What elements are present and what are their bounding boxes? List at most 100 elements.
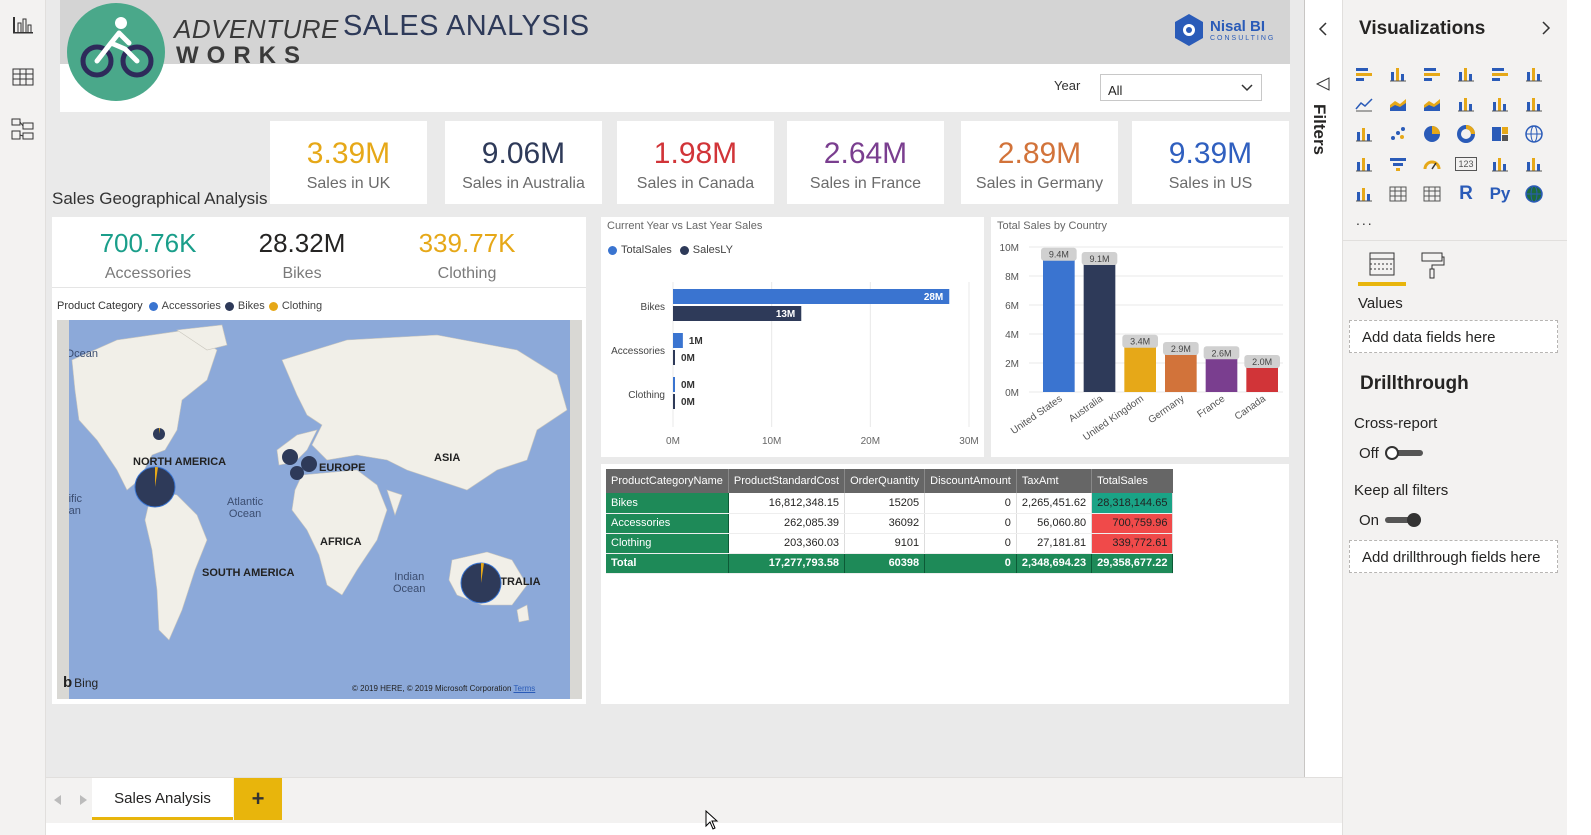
year-dropdown[interactable]: All — [1100, 74, 1262, 101]
partner-sub: CONSULTING — [1210, 34, 1276, 42]
clustered-column-icon[interactable] — [1455, 64, 1477, 84]
pie-australia[interactable] — [460, 562, 502, 604]
terms-link[interactable]: Terms — [514, 684, 536, 693]
kpi-card-uk[interactable]: 3.39M Sales in UK — [270, 121, 427, 204]
100-column-icon[interactable] — [1523, 64, 1545, 84]
legend-item[interactable]: Accessories — [162, 300, 221, 312]
drillthrough-field-well[interactable]: Add drillthrough fields here — [1349, 540, 1558, 573]
model-view-icon[interactable] — [10, 116, 36, 142]
table-icon[interactable] — [1387, 184, 1409, 204]
stacked-column-icon[interactable] — [1387, 64, 1409, 84]
kpi-card-australia[interactable]: 9.06M Sales in Australia — [445, 121, 602, 204]
tab-sales-analysis[interactable]: Sales Analysis — [92, 778, 233, 820]
collapse-left-icon[interactable] — [1318, 22, 1328, 36]
expand-right-icon[interactable] — [1541, 21, 1551, 35]
y-tick-label: 10M — [1000, 243, 1019, 254]
kpi-card-us[interactable]: 9.39M Sales in US — [1132, 121, 1289, 204]
fields-tab-icon[interactable] — [1368, 250, 1398, 280]
waterfall-icon[interactable] — [1353, 124, 1375, 144]
cross-report-label: Cross-report — [1354, 415, 1438, 432]
category-kpi-clothing[interactable]: 339.77K Clothing — [387, 228, 547, 283]
map-icon[interactable] — [1523, 124, 1545, 144]
total-cell: 29,358,677.22 — [1091, 553, 1174, 574]
pie-north-america[interactable] — [134, 466, 176, 508]
treemap-icon[interactable] — [1489, 124, 1511, 144]
col-header[interactable]: DiscountAmount — [924, 469, 1017, 493]
pie-france[interactable] — [290, 466, 304, 480]
funnel-icon[interactable] — [1387, 154, 1409, 174]
category-kpi-accessories[interactable]: 700.76K Accessories — [68, 228, 228, 283]
r-visual-icon[interactable]: R — [1455, 183, 1477, 204]
kpi-value: 2.64M — [823, 137, 908, 170]
keep-filters-toggle[interactable] — [1385, 513, 1423, 527]
col-header-sorted[interactable]: TotalSales — [1091, 469, 1173, 493]
cy-vs-ly-chart[interactable]: 0M 10M 20M 30M Bikes 28M 13M Accessories 1M 0M Clo… — [601, 217, 984, 457]
kpi-card-canada[interactable]: 1.98M Sales in Canada — [617, 121, 774, 204]
row-header: Bikes — [606, 493, 729, 514]
pie-chart-icon[interactable] — [1421, 124, 1443, 144]
area-chart-icon[interactable] — [1387, 94, 1409, 114]
format-paint-roller-icon[interactable] — [1420, 250, 1446, 280]
kpi-card-france[interactable]: 2.64M Sales in France — [787, 121, 944, 204]
cell: 36092 — [844, 513, 926, 534]
legend-item[interactable]: Bikes — [238, 300, 265, 312]
cross-report-toggle[interactable] — [1385, 446, 1423, 460]
data-label: 9.1M — [1089, 254, 1109, 264]
col-header[interactable]: TaxAmt — [1016, 469, 1093, 493]
gauge-icon[interactable] — [1421, 154, 1443, 174]
stacked-area-icon[interactable] — [1421, 94, 1443, 114]
pie-canada[interactable] — [153, 428, 165, 440]
scatter-icon[interactable] — [1387, 124, 1409, 144]
country-chart[interactable]: 0M 2M 4M 6M 8M 10M 9.4M United States 9.1M Austra… — [991, 217, 1289, 457]
table-row[interactable]: Clothing 203,360.03 9101 0 27,181.81 339… — [606, 533, 1174, 554]
more-visuals-button[interactable]: ... — [1356, 212, 1374, 228]
category-kpi-bikes[interactable]: 28.32M Bikes — [222, 228, 382, 283]
filters-label[interactable]: Filters — [1309, 104, 1329, 155]
divider — [52, 287, 586, 288]
add-page-button[interactable]: + — [234, 778, 282, 820]
filled-map-icon[interactable] — [1353, 154, 1375, 174]
cell: 262,085.39 — [728, 513, 846, 534]
kpi-label: Sales in Australia — [462, 175, 585, 192]
kpi-value: 1.98M — [653, 137, 738, 170]
sales-map[interactable]: NORTH AMERICA EUROPE ASIA AFRICA SOUTH A… — [57, 320, 582, 699]
table-total-row[interactable]: Total 17,277,793.58 60398 0 2,348,694.23… — [606, 553, 1174, 574]
ribbon-chart-icon[interactable] — [1523, 94, 1545, 114]
data-view-icon[interactable] — [10, 64, 36, 90]
report-view-icon[interactable] — [10, 12, 36, 38]
filters-pane-collapsed[interactable]: Filters — [1304, 0, 1342, 777]
col-header[interactable]: ProductCategoryName — [606, 469, 729, 493]
tab-scroll-right-icon[interactable] — [80, 795, 88, 805]
donut-chart-icon[interactable] — [1455, 124, 1477, 144]
tab-scroll-left-icon[interactable] — [54, 795, 62, 805]
legend-item[interactable]: Clothing — [282, 300, 322, 312]
line-column-icon[interactable] — [1455, 94, 1477, 114]
card-icon[interactable]: 123 — [1455, 154, 1477, 174]
sales-matrix[interactable]: ProductCategoryName ProductStandardCost … — [606, 469, 1174, 574]
kpi-icon[interactable] — [1523, 154, 1545, 174]
pie-uk[interactable] — [282, 449, 298, 465]
kpi-card-germany[interactable]: 2.89M Sales in Germany — [961, 121, 1118, 204]
line-clustered-icon[interactable] — [1489, 94, 1511, 114]
table-row[interactable]: Accessories 262,085.39 36092 0 56,060.80… — [606, 513, 1174, 534]
clustered-bar-icon[interactable] — [1421, 64, 1443, 84]
arcgis-icon[interactable] — [1523, 184, 1545, 204]
pie-germany[interactable] — [301, 456, 317, 472]
x-tick-label: 20M — [861, 436, 880, 447]
cell-total-sales: 28,318,144.65 — [1091, 493, 1174, 514]
page-title: SALES ANALYSIS — [343, 10, 590, 42]
col-header[interactable]: ProductStandardCost — [728, 469, 846, 493]
100-bar-icon[interactable] — [1489, 64, 1511, 84]
bar-france — [1205, 354, 1238, 392]
stacked-bar-icon[interactable] — [1353, 64, 1375, 84]
matrix-header-row: ProductCategoryName ProductStandardCost … — [606, 469, 1173, 493]
matrix-icon[interactable] — [1421, 184, 1443, 204]
python-visual-icon[interactable]: Py — [1489, 184, 1511, 204]
table-row[interactable]: Bikes 16,812,348.15 15205 0 2,265,451.62… — [606, 493, 1174, 514]
slicer-icon[interactable] — [1353, 184, 1375, 204]
line-chart-icon[interactable] — [1353, 94, 1375, 114]
legend-title: Product Category — [57, 300, 143, 312]
values-field-well[interactable]: Add data fields here — [1349, 320, 1558, 353]
col-header[interactable]: OrderQuantity — [844, 469, 926, 493]
multirow-card-icon[interactable] — [1489, 154, 1511, 174]
